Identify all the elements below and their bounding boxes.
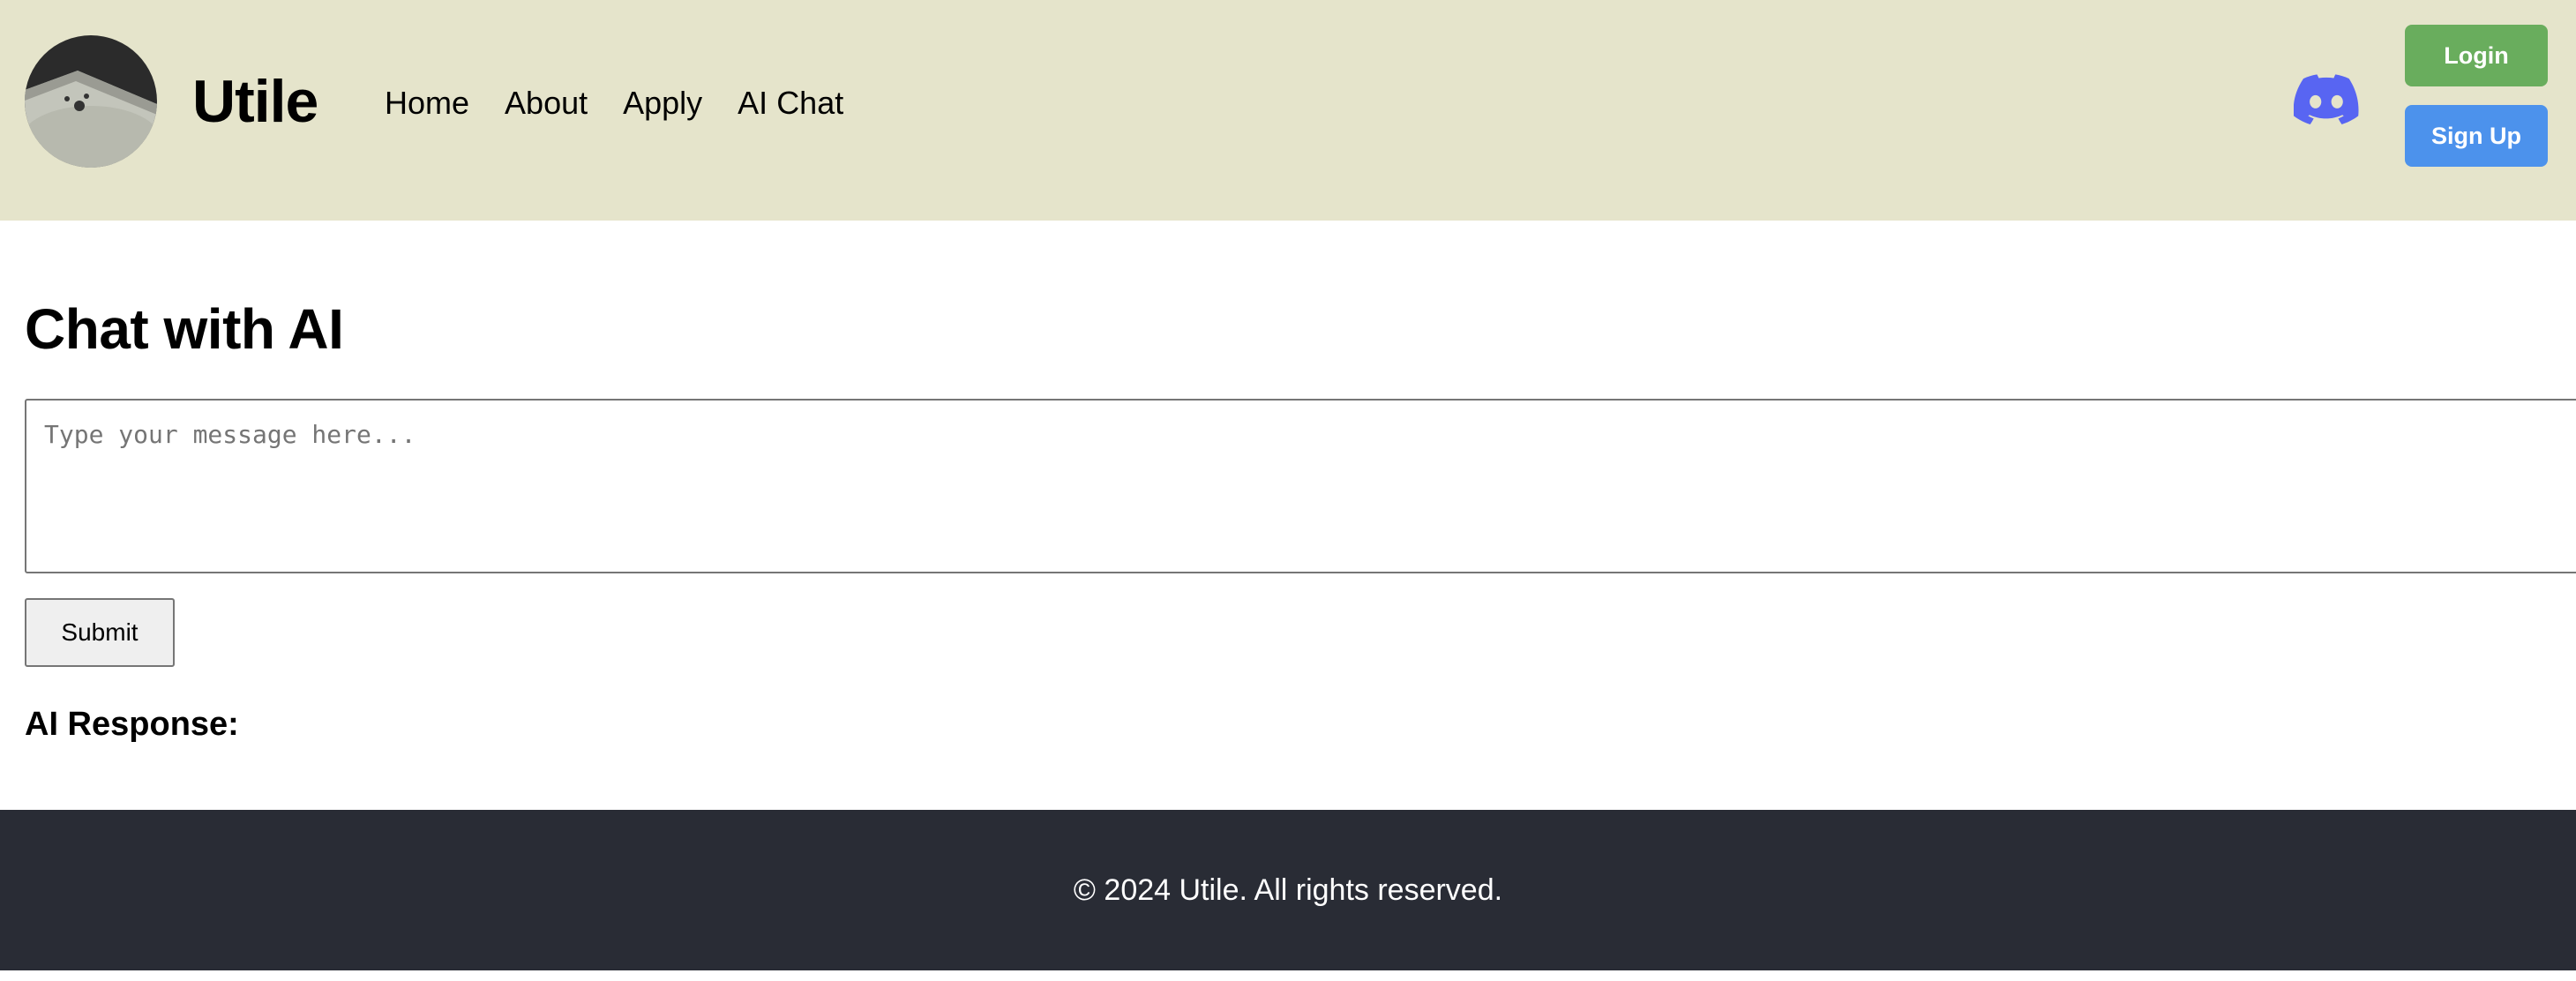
- ai-response-heading: AI Response:: [25, 706, 239, 743]
- nav-apply-link[interactable]: Apply: [623, 85, 702, 122]
- chat-main: Chat with AI Submit AI Response:: [0, 221, 2576, 810]
- main-nav: Home About Apply AI Chat: [385, 85, 843, 122]
- page-title: Chat with AI: [25, 297, 344, 361]
- nav-home-link[interactable]: Home: [385, 85, 469, 122]
- message-input[interactable]: [25, 399, 2576, 573]
- copyright-text: © 2024 Utile. All rights reserved.: [1073, 872, 1503, 907]
- login-button[interactable]: Login: [2405, 25, 2548, 86]
- avatar-photo: [25, 35, 157, 168]
- submit-button[interactable]: Submit: [25, 598, 175, 667]
- logo-avatar[interactable]: [25, 35, 157, 168]
- brand-title[interactable]: Utile: [192, 67, 318, 136]
- site-header: Utile Home About Apply AI Chat Login Sig…: [0, 0, 2576, 221]
- site-footer: © 2024 Utile. All rights reserved.: [0, 810, 2576, 970]
- nav-about-link[interactable]: About: [505, 85, 588, 122]
- nav-ai-chat-link[interactable]: AI Chat: [738, 85, 843, 122]
- signup-button[interactable]: Sign Up: [2405, 105, 2548, 167]
- discord-icon[interactable]: [2293, 74, 2359, 127]
